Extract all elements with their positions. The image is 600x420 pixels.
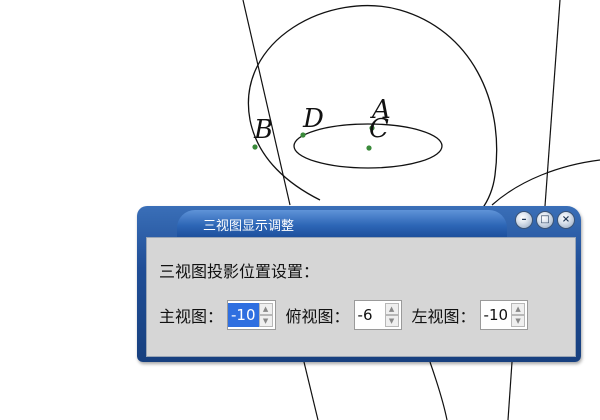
- top-view-arrows: ▲ ▼: [384, 303, 399, 327]
- spin-up-icon[interactable]: ▲: [258, 303, 273, 315]
- window-controls: – □ ×: [515, 211, 575, 229]
- line-bottom-right: [507, 361, 513, 420]
- side-view-value[interactable]: -10: [481, 303, 512, 327]
- line-right: [544, 0, 561, 207]
- spin-up-icon[interactable]: ▲: [511, 303, 526, 315]
- spin-down-icon[interactable]: ▼: [511, 315, 526, 327]
- line-bottom-left: [303, 361, 319, 420]
- front-view-arrows: ▲ ▼: [258, 303, 273, 327]
- spinner-row: 主视图： -10 ▲ ▼ 俯视图： -6 ▲ ▼ 左视图： -10 ▲ ▼: [159, 300, 538, 330]
- spin-down-icon[interactable]: ▼: [258, 315, 273, 327]
- spin-down-icon[interactable]: ▼: [384, 315, 399, 327]
- point-label-d: D: [302, 104, 324, 134]
- dialog-title: 三视图显示调整: [203, 219, 295, 234]
- front-view-label: 主视图：: [159, 307, 224, 326]
- top-view-label: 俯视图：: [285, 307, 350, 326]
- dialog-body: 三视图投影位置设置： 主视图： -10 ▲ ▼ 俯视图： -6 ▲ ▼ 左视图：…: [146, 237, 576, 357]
- front-view-spinner[interactable]: -10 ▲ ▼: [227, 300, 276, 330]
- top-view-value[interactable]: -6: [355, 303, 385, 327]
- point-b[interactable]: [252, 144, 258, 150]
- spin-up-icon[interactable]: ▲: [384, 303, 399, 315]
- front-view-value[interactable]: -10: [228, 303, 259, 327]
- projection-settings-dialog[interactable]: 三视图显示调整 – □ × 三视图投影位置设置： 主视图： -10 ▲ ▼ 俯视…: [137, 206, 581, 362]
- side-view-arrows: ▲ ▼: [511, 303, 526, 327]
- side-view-spinner[interactable]: -10 ▲ ▼: [479, 300, 529, 330]
- point-c[interactable]: [366, 145, 372, 151]
- point-label-c: C: [369, 114, 389, 144]
- side-view-label: 左视图：: [411, 307, 476, 326]
- minimize-icon[interactable]: –: [515, 211, 533, 229]
- curve-bottom: [429, 361, 448, 420]
- point-label-b: B: [253, 115, 273, 145]
- top-view-spinner[interactable]: -6 ▲ ▼: [353, 300, 402, 330]
- maximize-icon[interactable]: □: [536, 211, 554, 229]
- section-heading: 三视图投影位置设置：: [159, 262, 320, 281]
- line-left: [242, 0, 291, 206]
- close-icon[interactable]: ×: [557, 211, 575, 229]
